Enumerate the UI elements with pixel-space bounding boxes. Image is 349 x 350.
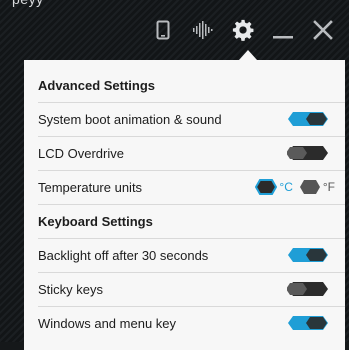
celsius-option[interactable]: °C bbox=[255, 179, 293, 195]
settings-panel: Advanced Settings System boot animation … bbox=[24, 60, 345, 350]
boot-animation-toggle[interactable] bbox=[287, 111, 329, 127]
backlight-row: Backlight off after 30 seconds bbox=[38, 238, 345, 273]
celsius-radio-icon bbox=[255, 179, 278, 195]
close-icon bbox=[313, 20, 333, 40]
equalizer-button[interactable] bbox=[183, 10, 223, 50]
boot-animation-row: System boot animation & sound bbox=[38, 102, 345, 137]
lcd-overdrive-row: LCD Overdrive bbox=[38, 136, 345, 171]
fahrenheit-option[interactable]: °F bbox=[299, 179, 335, 195]
fahrenheit-label: °F bbox=[322, 180, 335, 194]
keyboard-settings-header: Keyboard Settings bbox=[38, 204, 345, 239]
minimize-button[interactable] bbox=[263, 10, 303, 50]
minimize-icon bbox=[273, 36, 293, 39]
device-icon bbox=[156, 20, 170, 40]
advanced-settings-title: Advanced Settings bbox=[38, 77, 156, 93]
gear-icon bbox=[232, 19, 254, 41]
keyboard-settings-title: Keyboard Settings bbox=[38, 213, 153, 229]
fahrenheit-radio-icon bbox=[299, 180, 320, 194]
windows-key-toggle[interactable] bbox=[287, 315, 329, 331]
panel-pointer bbox=[239, 50, 257, 60]
close-button[interactable] bbox=[303, 10, 343, 50]
celsius-label: °C bbox=[279, 180, 293, 194]
backlight-toggle[interactable] bbox=[287, 247, 329, 263]
equalizer-icon bbox=[193, 21, 213, 39]
device-button[interactable] bbox=[143, 10, 183, 50]
background-text: peyy bbox=[12, 0, 44, 7]
windows-key-row: Windows and menu key bbox=[38, 306, 345, 340]
advanced-settings-header: Advanced Settings bbox=[38, 68, 345, 103]
sticky-keys-row: Sticky keys bbox=[38, 272, 345, 307]
titlebar bbox=[143, 10, 343, 50]
temperature-units-row: Temperature units °C °F bbox=[38, 170, 345, 205]
temperature-unit-options: °C °F bbox=[255, 170, 335, 204]
lcd-overdrive-toggle[interactable] bbox=[287, 145, 329, 161]
settings-button[interactable] bbox=[223, 10, 263, 50]
sticky-keys-toggle[interactable] bbox=[287, 281, 329, 297]
